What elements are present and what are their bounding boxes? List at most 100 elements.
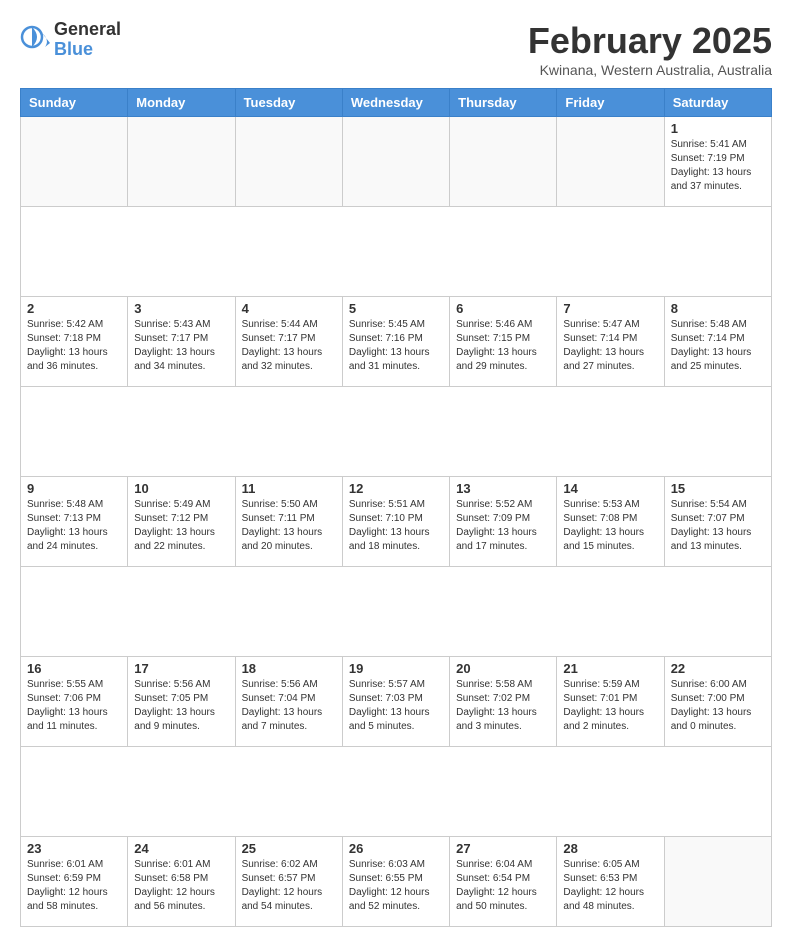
day-info: Sunrise: 5:47 AM Sunset: 7:14 PM Dayligh… xyxy=(563,318,657,374)
day-info: Sunrise: 5:45 AM Sunset: 7:16 PM Dayligh… xyxy=(349,318,443,374)
logo-blue: Blue xyxy=(54,40,121,60)
location: Kwinana, Western Australia, Australia xyxy=(528,62,772,78)
calendar-cell xyxy=(342,117,449,207)
day-info: Sunrise: 6:05 AM Sunset: 6:53 PM Dayligh… xyxy=(563,858,657,914)
day-info: Sunrise: 5:43 AM Sunset: 7:17 PM Dayligh… xyxy=(134,318,228,374)
day-info: Sunrise: 5:56 AM Sunset: 7:05 PM Dayligh… xyxy=(134,678,228,734)
day-number: 13 xyxy=(456,481,550,496)
calendar-cell: 13 Sunrise: 5:52 AM Sunset: 7:09 PM Dayli… xyxy=(450,477,557,567)
logo-icon xyxy=(20,25,50,55)
day-number: 1 xyxy=(671,121,765,136)
calendar-cell xyxy=(21,117,128,207)
day-number: 21 xyxy=(563,661,657,676)
weekday-header: Monday xyxy=(128,89,235,117)
calendar-week-row: 23 Sunrise: 6:01 AM Sunset: 6:59 PM Dayli… xyxy=(21,837,772,927)
week-divider xyxy=(21,387,772,477)
calendar-cell: 16 Sunrise: 5:55 AM Sunset: 7:06 PM Dayli… xyxy=(21,657,128,747)
day-info: Sunrise: 5:52 AM Sunset: 7:09 PM Dayligh… xyxy=(456,498,550,554)
day-info: Sunrise: 5:57 AM Sunset: 7:03 PM Dayligh… xyxy=(349,678,443,734)
calendar-cell: 2Sunrise: 5:42 AM Sunset: 7:18 PM Daylig… xyxy=(21,297,128,387)
calendar-cell: 26Sunrise: 6:03 AM Sunset: 6:55 PM Dayli… xyxy=(342,837,449,927)
calendar-cell xyxy=(664,837,771,927)
calendar: SundayMondayTuesdayWednesdayThursdayFrid… xyxy=(20,88,772,927)
header: General Blue February 2025 Kwinana, West… xyxy=(20,20,772,78)
week-divider xyxy=(21,207,772,297)
day-number: 5 xyxy=(349,301,443,316)
calendar-cell: 23 Sunrise: 6:01 AM Sunset: 6:59 PM Dayli… xyxy=(21,837,128,927)
day-info: Sunrise: 5:54 AM Sunset: 7:07 PM Dayligh… xyxy=(671,498,765,554)
day-number: 11 xyxy=(242,481,336,496)
weekday-header: Wednesday xyxy=(342,89,449,117)
calendar-cell: 15 Sunrise: 5:54 AM Sunset: 7:07 PM Dayli… xyxy=(664,477,771,567)
day-info: Sunrise: 6:00 AM Sunset: 7:00 PM Dayligh… xyxy=(671,678,765,734)
day-number: 8 xyxy=(671,301,765,316)
calendar-cell xyxy=(557,117,664,207)
calendar-cell: 1 Sunrise: 5:41 AM Sunset: 7:19 PM Daylig… xyxy=(664,117,771,207)
weekday-header: Thursday xyxy=(450,89,557,117)
day-number: 28 xyxy=(563,841,657,856)
day-info: Sunrise: 5:48 AM Sunset: 7:14 PM Dayligh… xyxy=(671,318,765,374)
day-number: 15 xyxy=(671,481,765,496)
logo-general: General xyxy=(54,20,121,40)
day-number: 25 xyxy=(242,841,336,856)
day-info: Sunrise: 6:01 AM Sunset: 6:58 PM Dayligh… xyxy=(134,858,228,914)
title-section: February 2025 Kwinana, Western Australia… xyxy=(528,20,772,78)
calendar-cell: 3 Sunrise: 5:43 AM Sunset: 7:17 PM Daylig… xyxy=(128,297,235,387)
day-info: Sunrise: 6:04 AM Sunset: 6:54 PM Dayligh… xyxy=(456,858,550,914)
day-info: Sunrise: 5:46 AM Sunset: 7:15 PM Dayligh… xyxy=(456,318,550,374)
calendar-week-row: 9 Sunrise: 5:48 AM Sunset: 7:13 PM Daylig… xyxy=(21,477,772,567)
day-number: 22 xyxy=(671,661,765,676)
calendar-week-row: 16 Sunrise: 5:55 AM Sunset: 7:06 PM Dayli… xyxy=(21,657,772,747)
calendar-cell: 24Sunrise: 6:01 AM Sunset: 6:58 PM Dayli… xyxy=(128,837,235,927)
day-info: Sunrise: 5:58 AM Sunset: 7:02 PM Dayligh… xyxy=(456,678,550,734)
day-number: 27 xyxy=(456,841,550,856)
day-number: 17 xyxy=(134,661,228,676)
calendar-cell: 17 Sunrise: 5:56 AM Sunset: 7:05 PM Dayli… xyxy=(128,657,235,747)
day-number: 18 xyxy=(242,661,336,676)
calendar-cell: 27 Sunrise: 6:04 AM Sunset: 6:54 PM Dayli… xyxy=(450,837,557,927)
calendar-cell: 10 Sunrise: 5:49 AM Sunset: 7:12 PM Dayli… xyxy=(128,477,235,567)
day-number: 9 xyxy=(27,481,121,496)
calendar-cell: 22 Sunrise: 6:00 AM Sunset: 7:00 PM Dayli… xyxy=(664,657,771,747)
day-info: Sunrise: 5:59 AM Sunset: 7:01 PM Dayligh… xyxy=(563,678,657,734)
day-number: 3 xyxy=(134,301,228,316)
calendar-cell: 7 Sunrise: 5:47 AM Sunset: 7:14 PM Daylig… xyxy=(557,297,664,387)
logo-text: General Blue xyxy=(54,20,121,60)
calendar-cell: 8 Sunrise: 5:48 AM Sunset: 7:14 PM Daylig… xyxy=(664,297,771,387)
day-info: Sunrise: 5:56 AM Sunset: 7:04 PM Dayligh… xyxy=(242,678,336,734)
calendar-cell: 9 Sunrise: 5:48 AM Sunset: 7:13 PM Daylig… xyxy=(21,477,128,567)
day-info: Sunrise: 5:53 AM Sunset: 7:08 PM Dayligh… xyxy=(563,498,657,554)
calendar-cell: 20Sunrise: 5:58 AM Sunset: 7:02 PM Dayli… xyxy=(450,657,557,747)
weekday-header: Sunday xyxy=(21,89,128,117)
calendar-cell: 12Sunrise: 5:51 AM Sunset: 7:10 PM Dayli… xyxy=(342,477,449,567)
day-number: 6 xyxy=(456,301,550,316)
weekday-header: Tuesday xyxy=(235,89,342,117)
day-info: Sunrise: 5:44 AM Sunset: 7:17 PM Dayligh… xyxy=(242,318,336,374)
day-info: Sunrise: 5:42 AM Sunset: 7:18 PM Dayligh… xyxy=(27,318,121,374)
day-info: Sunrise: 5:41 AM Sunset: 7:19 PM Dayligh… xyxy=(671,138,765,194)
day-number: 19 xyxy=(349,661,443,676)
calendar-cell: 25Sunrise: 6:02 AM Sunset: 6:57 PM Dayli… xyxy=(235,837,342,927)
calendar-cell: 4 Sunrise: 5:44 AM Sunset: 7:17 PM Daylig… xyxy=(235,297,342,387)
day-info: Sunrise: 5:48 AM Sunset: 7:13 PM Dayligh… xyxy=(27,498,121,554)
day-number: 4 xyxy=(242,301,336,316)
day-number: 12 xyxy=(349,481,443,496)
day-info: Sunrise: 5:55 AM Sunset: 7:06 PM Dayligh… xyxy=(27,678,121,734)
calendar-cell: 18 Sunrise: 5:56 AM Sunset: 7:04 PM Dayli… xyxy=(235,657,342,747)
calendar-cell: 19 Sunrise: 5:57 AM Sunset: 7:03 PM Dayli… xyxy=(342,657,449,747)
logo: General Blue xyxy=(20,20,121,60)
day-number: 7 xyxy=(563,301,657,316)
calendar-week-row: 2Sunrise: 5:42 AM Sunset: 7:18 PM Daylig… xyxy=(21,297,772,387)
day-info: Sunrise: 5:49 AM Sunset: 7:12 PM Dayligh… xyxy=(134,498,228,554)
weekday-header: Saturday xyxy=(664,89,771,117)
day-number: 16 xyxy=(27,661,121,676)
day-number: 10 xyxy=(134,481,228,496)
day-info: Sunrise: 6:01 AM Sunset: 6:59 PM Dayligh… xyxy=(27,858,121,914)
calendar-cell: 6 Sunrise: 5:46 AM Sunset: 7:15 PM Daylig… xyxy=(450,297,557,387)
week-divider xyxy=(21,747,772,837)
calendar-header-row: SundayMondayTuesdayWednesdayThursdayFrid… xyxy=(21,89,772,117)
day-number: 23 xyxy=(27,841,121,856)
day-number: 26 xyxy=(349,841,443,856)
calendar-cell xyxy=(450,117,557,207)
calendar-cell: 5 Sunrise: 5:45 AM Sunset: 7:16 PM Daylig… xyxy=(342,297,449,387)
